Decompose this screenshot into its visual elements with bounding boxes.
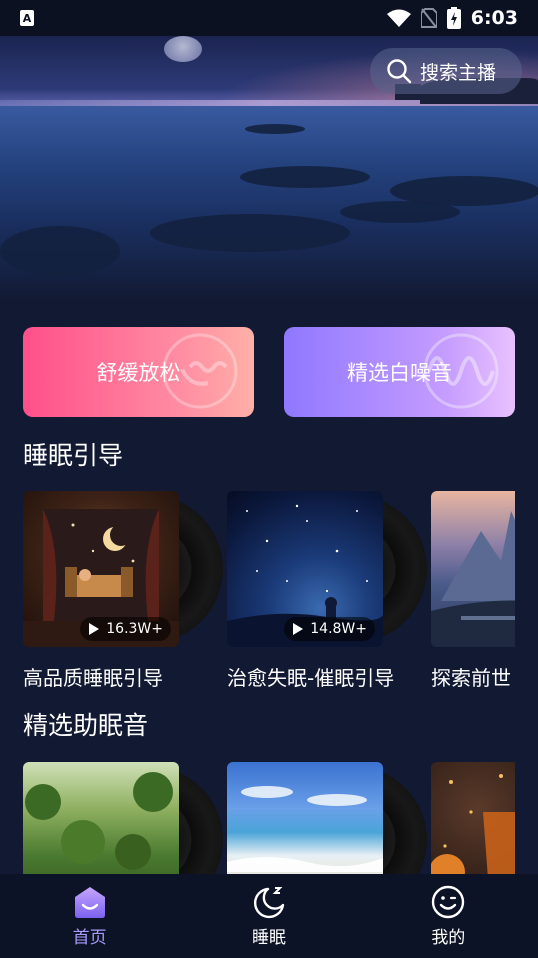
nav-label-home: 首页 <box>72 927 107 948</box>
album-title: 治愈失眠-催眠引导 <box>227 666 395 690</box>
nav-item-sleep[interactable]: 睡眠 <box>209 885 329 948</box>
wifi-icon <box>386 9 411 27</box>
no-sim-icon <box>420 8 437 28</box>
sleep-guide-card[interactable]: 14.8W+ <box>227 491 427 647</box>
sleep-guide-card[interactable] <box>431 491 515 647</box>
home-icon <box>74 886 105 918</box>
play-count: 16.3W+ <box>106 621 163 637</box>
smile-icon <box>432 885 465 918</box>
search-label: 搜索主播 <box>420 61 497 84</box>
album-cover <box>431 491 515 647</box>
bottom-nav: 首页 睡眠 我的 <box>0 874 538 958</box>
app-notification-icon: A <box>20 10 34 26</box>
category-relax-label: 舒缓放松 <box>96 361 181 385</box>
sleep-sounds-title: 精选助眠音 <box>23 711 149 740</box>
album-title: 高品质睡眠引导 <box>23 666 163 690</box>
nav-label-sleep: 睡眠 <box>251 927 286 948</box>
category-white-noise-label: 精选白噪音 <box>347 361 452 385</box>
moon-icon <box>253 886 285 918</box>
search-button[interactable]: 搜索主播 <box>370 48 522 94</box>
play-icon <box>293 623 304 635</box>
nav-item-home[interactable]: 首页 <box>30 885 150 948</box>
status-bar: A 6:03 <box>0 0 538 36</box>
status-time: 6:03 <box>470 7 518 29</box>
play-icon <box>89 623 100 635</box>
play-count-badge: 16.3W+ <box>80 617 171 641</box>
play-count: 14.8W+ <box>310 621 367 637</box>
nav-label-profile: 我的 <box>431 927 466 948</box>
battery-charging-icon <box>446 7 461 29</box>
sleep-guide-card[interactable]: 16.3W+ <box>23 491 223 647</box>
nav-item-profile[interactable]: 我的 <box>388 885 508 948</box>
album-title: 探索前世 <box>431 666 511 690</box>
play-count-badge: 14.8W+ <box>284 617 375 641</box>
search-icon <box>387 59 412 84</box>
